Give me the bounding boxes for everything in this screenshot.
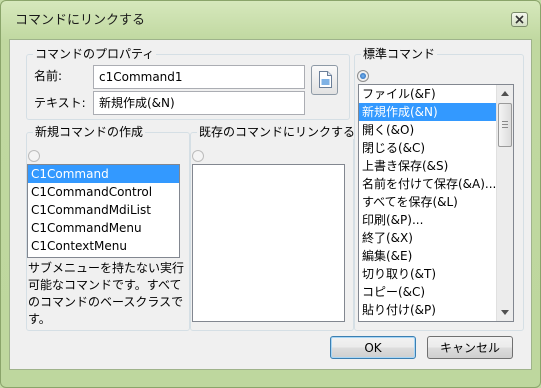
- image-icon: [319, 71, 332, 88]
- dialog-client-area: コマンドのプロパティ 名前: c1Command1 テキスト: 新規作成(&N)…: [9, 39, 532, 370]
- standard-list-scrollbar[interactable]: [496, 85, 513, 321]
- list-item[interactable]: 終了(&X): [359, 229, 496, 247]
- new-command-legend: 新規コマンドの作成: [33, 125, 146, 139]
- list-item[interactable]: 開く(&O): [359, 121, 496, 139]
- standard-command-legend: 標準コマンド: [361, 47, 438, 61]
- scroll-up-button[interactable]: [497, 85, 513, 102]
- list-item[interactable]: 編集(&E): [359, 247, 496, 265]
- list-item[interactable]: すべてを保存(&L): [359, 193, 496, 211]
- name-input[interactable]: c1Command1: [93, 65, 305, 89]
- title-bar[interactable]: コマンドにリンクする: [1, 1, 540, 35]
- properties-legend: コマンドのプロパティ: [33, 47, 157, 61]
- standard-command-radio[interactable]: [357, 70, 369, 82]
- list-item[interactable]: 印刷(&P)...: [359, 211, 496, 229]
- text-input[interactable]: 新規作成(&N): [93, 91, 305, 115]
- new-command-list[interactable]: C1Command C1CommandControl C1CommandMdiL…: [27, 164, 180, 258]
- list-item[interactable]: 閉じる(&C): [359, 139, 496, 157]
- list-item[interactable]: C1CommandControl: [28, 183, 179, 201]
- command-description: サブメニューを持たない実行可能なコマンドです。すべてのコマンドのベースクラスです…: [28, 261, 185, 326]
- list-item[interactable]: 貼り付け(&P): [359, 301, 496, 319]
- name-label: 名前:: [34, 69, 63, 83]
- text-label: テキスト:: [34, 96, 86, 110]
- list-item[interactable]: C1Command: [28, 165, 179, 183]
- existing-command-radio[interactable]: [192, 150, 204, 162]
- list-item[interactable]: 上書き保存(&S): [359, 157, 496, 175]
- existing-command-list[interactable]: [192, 164, 345, 322]
- image-select-button[interactable]: [311, 65, 338, 95]
- close-button[interactable]: [511, 12, 528, 27]
- list-item[interactable]: C1CommandMdiList: [28, 201, 179, 219]
- dialog-window: コマンドにリンクする コマンドのプロパティ 名前: c1Command1 テキス…: [0, 0, 541, 388]
- scroll-down-button[interactable]: [497, 304, 513, 321]
- list-item[interactable]: ファイル(&F): [359, 85, 496, 103]
- existing-command-legend: 既存のコマンドにリンクする: [197, 125, 358, 139]
- list-item[interactable]: 新規作成(&N): [359, 103, 496, 121]
- list-item[interactable]: C1CommandMenu: [28, 219, 179, 237]
- window-title: コマンドにリンクする: [15, 13, 146, 28]
- arrow-up-icon: [501, 91, 509, 96]
- standard-command-list[interactable]: ファイル(&F) 新規作成(&N) 開く(&O) 閉じる(&C) 上書き保存(&…: [358, 84, 514, 322]
- list-item[interactable]: C1ContextMenu: [28, 237, 179, 255]
- ok-button[interactable]: OK: [330, 336, 416, 359]
- list-item[interactable]: 切り取り(&T): [359, 265, 496, 283]
- list-item[interactable]: コピー(&C): [359, 283, 496, 301]
- cancel-button[interactable]: キャンセル: [427, 336, 513, 359]
- list-item[interactable]: 名前を付けて保存(&A)...: [359, 175, 496, 193]
- close-icon: [515, 15, 524, 24]
- new-command-radio[interactable]: [28, 150, 40, 162]
- arrow-down-icon: [501, 310, 509, 315]
- scroll-thumb[interactable]: [498, 103, 512, 147]
